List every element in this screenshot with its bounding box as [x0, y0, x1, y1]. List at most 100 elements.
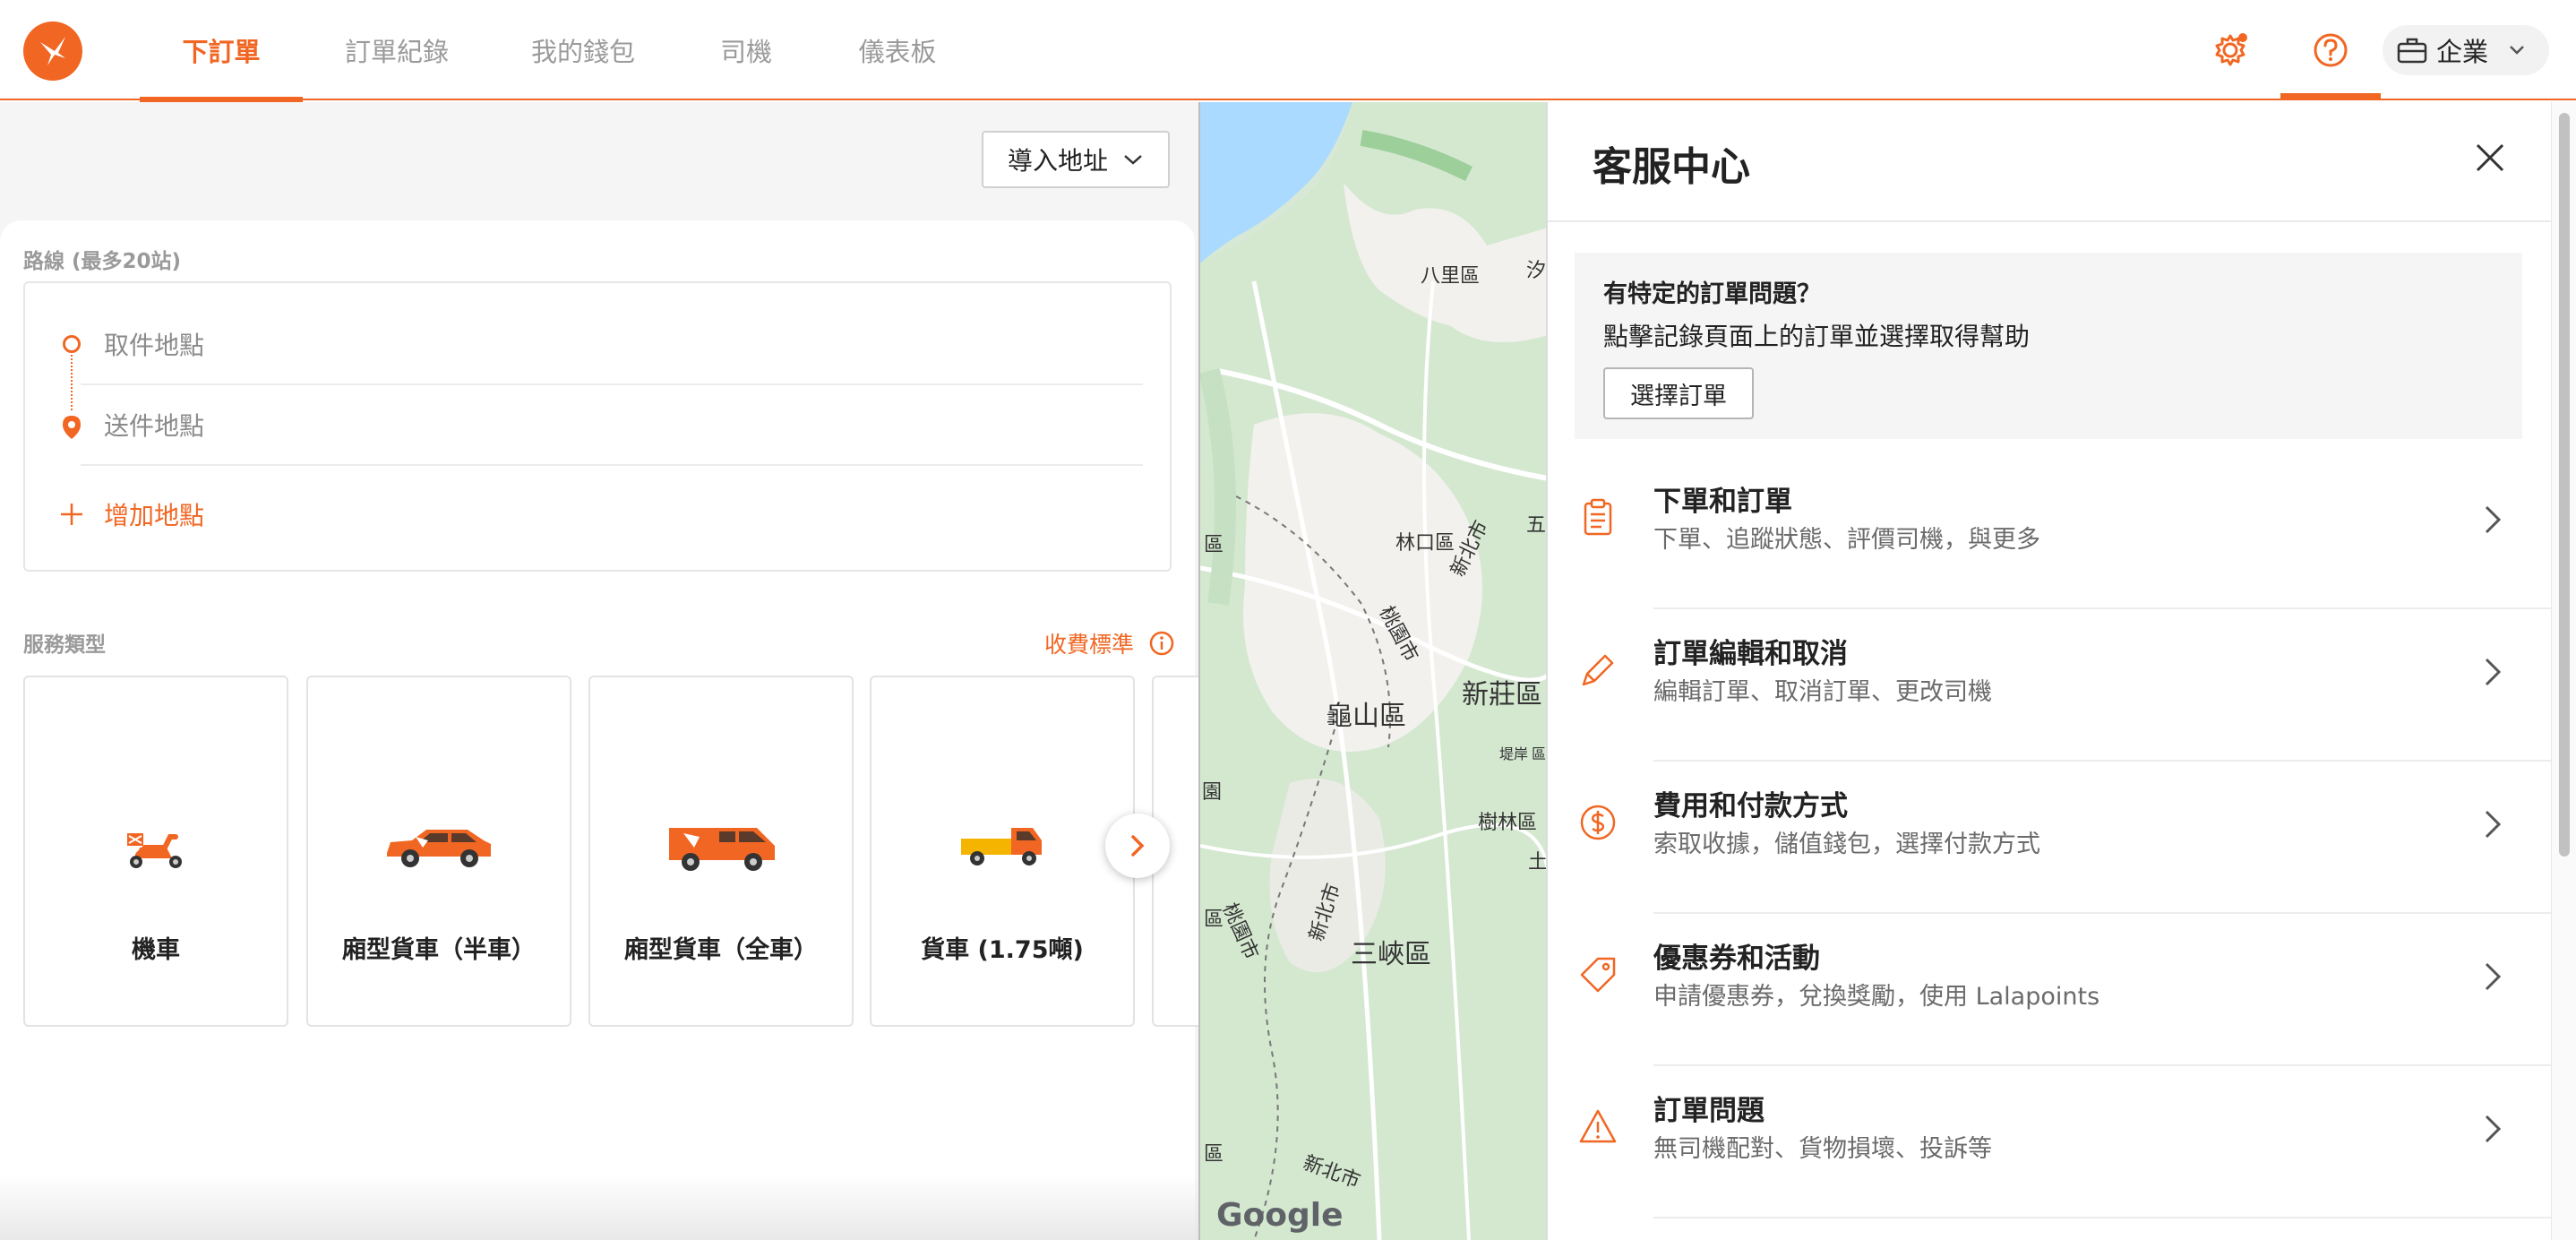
google-attribution: Google [1216, 1197, 1344, 1234]
help-item-payment[interactable]: 費用和付款方式 索取收據，儲值錢包，選擇付款方式 [1548, 762, 2551, 914]
service-name: 廂型貨車（半車） [342, 936, 536, 964]
tab-dashboard[interactable]: 儀表板 [842, 0, 953, 100]
help-scrollbar[interactable] [2551, 102, 2576, 1240]
account-label: 企業 [2436, 37, 2489, 67]
scrollbar-thumb[interactable] [2559, 113, 2570, 857]
pickup-placeholder: 取件地點 [104, 331, 205, 360]
map-label: 三峽區 [1351, 939, 1431, 970]
clipboard-icon [1584, 498, 1612, 536]
chevron-right-icon [2485, 658, 2502, 686]
info-icon [1149, 631, 1174, 656]
chevron-right-icon [2485, 962, 2502, 991]
map-label: 區 [1204, 908, 1224, 931]
map-label: 土 [1528, 851, 1546, 874]
briefcase-icon [2397, 38, 2427, 64]
service-card-truck[interactable]: 貨車 (1.75噸) [870, 676, 1135, 1027]
van-icon [669, 828, 775, 871]
map-label: 堤岸 [1499, 745, 1529, 762]
map-label: 八里區 [1421, 265, 1481, 288]
tab-drivers[interactable]: 司機 [704, 0, 788, 100]
help-item-subtitle: 無司機配對、貨物損壞、投訴等 [1653, 1135, 1992, 1163]
fee-standard-label: 收費標準 [1044, 632, 1135, 658]
truck-icon [961, 828, 1042, 865]
import-address-button[interactable]: 導入地址 [982, 131, 1170, 188]
add-stop-button[interactable]: 增加地點 [59, 496, 204, 532]
chevron-down-icon [2510, 46, 2524, 55]
help-item-orders[interactable]: 下單和訂單 下單、追蹤狀態、評價司機，與更多 [1548, 457, 2551, 609]
map-view[interactable]: 八里區 林口區 新北市 桃園市 新莊區 龜山區 三峽區 樹林區 桃園市 新北市 … [1198, 102, 1546, 1240]
chevron-right-icon [2485, 1115, 2502, 1143]
chevron-right-icon [1131, 835, 1145, 857]
dollar-icon [1580, 805, 1616, 840]
chevron-down-icon [1124, 155, 1142, 165]
help-item-title: 訂單問題 [1653, 1095, 1765, 1127]
help-item-title: 訂單編輯和取消 [1653, 638, 1848, 670]
service-card-full-van[interactable]: 廂型貨車（全車） [588, 676, 854, 1027]
select-order-button[interactable]: 選擇訂單 [1603, 367, 1754, 419]
import-address-label: 導入地址 [1007, 146, 1108, 176]
map-label: 區 [1204, 1143, 1224, 1166]
route-connector [71, 355, 73, 410]
select-order-label: 選擇訂單 [1630, 382, 1727, 410]
service-name: 貨車 (1.75噸) [921, 936, 1084, 964]
logo-icon[interactable] [23, 22, 82, 81]
pencil-icon [1582, 654, 1614, 686]
map-label: 新莊區 [1462, 679, 1542, 710]
tab-label: 儀表板 [858, 37, 937, 67]
service-card-scooter[interactable]: 機車 [23, 676, 288, 1027]
panel-fade [0, 1174, 1198, 1240]
plus-icon [61, 504, 82, 525]
help-item-title: 費用和付款方式 [1653, 790, 1848, 822]
order-question: 有特定的訂單問題？ [1603, 280, 1821, 308]
map-label: 汐 [1526, 260, 1546, 282]
services-next-button[interactable] [1105, 814, 1170, 878]
help-item-coupons[interactable]: 優惠券和活動 申請優惠券，兌換獎勵，使用 Lalapoints [1548, 914, 2551, 1066]
chevron-right-icon [2485, 810, 2502, 839]
divider [1548, 220, 2551, 222]
help-item-subtitle: 下單、追蹤狀態、評價司機，與更多 [1653, 526, 2040, 554]
map-label: 園 [1202, 781, 1223, 804]
help-item-edit-cancel[interactable]: 訂單編輯和取消 編輯訂單、取消訂單、更改司機 [1548, 609, 2551, 762]
account-switcher[interactable]: 企業 [2383, 25, 2549, 75]
help-item-subtitle: 申請優惠券，兌換獎勵，使用 Lalapoints [1653, 983, 2100, 1011]
help-item-title: 下單和訂單 [1653, 486, 1792, 518]
tab-place-order[interactable]: 下訂單 [140, 0, 303, 102]
route-section-label: 路線 (最多20站) [23, 250, 182, 273]
suv-icon [387, 830, 491, 867]
pickup-dot-icon [63, 335, 81, 353]
help-icon[interactable] [2304, 23, 2357, 77]
map-label: 區 [1532, 745, 1546, 762]
order-question-desc: 點擊記錄頁面上的訂單並選擇取得幫助 [1603, 322, 2031, 351]
scooter-icon [127, 833, 182, 868]
tab-wallet[interactable]: 我的錢包 [512, 0, 654, 100]
add-stop-label: 增加地點 [104, 501, 205, 530]
top-nav-bar: 下訂單 訂單紀錄 我的錢包 司機 儀表板 企業 [0, 0, 2576, 102]
map-label: 樹林區 [1478, 812, 1538, 834]
tab-label: 訂單紀錄 [344, 37, 449, 67]
divider [1653, 1217, 2551, 1218]
help-active-indicator [2280, 93, 2381, 99]
fee-standard-link[interactable]: 收費標準 [1044, 627, 1175, 659]
tag-icon [1580, 957, 1616, 993]
help-item-order-issues[interactable]: 訂單問題 無司機配對、貨物損壞、投訴等 [1548, 1066, 2551, 1218]
service-type-label: 服務類型 [23, 633, 106, 657]
tab-label: 下訂單 [182, 37, 261, 67]
pickup-input[interactable]: 取件地點 [81, 305, 1143, 385]
help-title: 客服中心 [1593, 144, 1750, 190]
service-card-half-van[interactable]: 廂型貨車（半車） [306, 676, 571, 1027]
map-label: 林口區 [1395, 532, 1455, 555]
map-label: 龜山區 [1326, 701, 1406, 732]
location-pin-icon [63, 416, 81, 439]
map-label: 五 [1526, 514, 1546, 537]
warning-icon [1579, 1109, 1617, 1143]
service-name: 機車 [132, 936, 180, 964]
gear-icon[interactable] [2203, 23, 2257, 77]
chevron-right-icon [2485, 505, 2502, 534]
dropoff-input[interactable]: 送件地點 [81, 385, 1143, 466]
help-item-subtitle: 索取收據，儲值錢包，選擇付款方式 [1653, 831, 2040, 858]
help-item-title: 優惠券和活動 [1653, 943, 1820, 975]
tab-order-history[interactable]: 訂單紀錄 [326, 0, 468, 100]
help-item-subtitle: 編輯訂單、取消訂單、更改司機 [1653, 678, 1992, 706]
tab-label: 我的錢包 [530, 37, 635, 67]
close-icon[interactable] [2472, 140, 2508, 176]
